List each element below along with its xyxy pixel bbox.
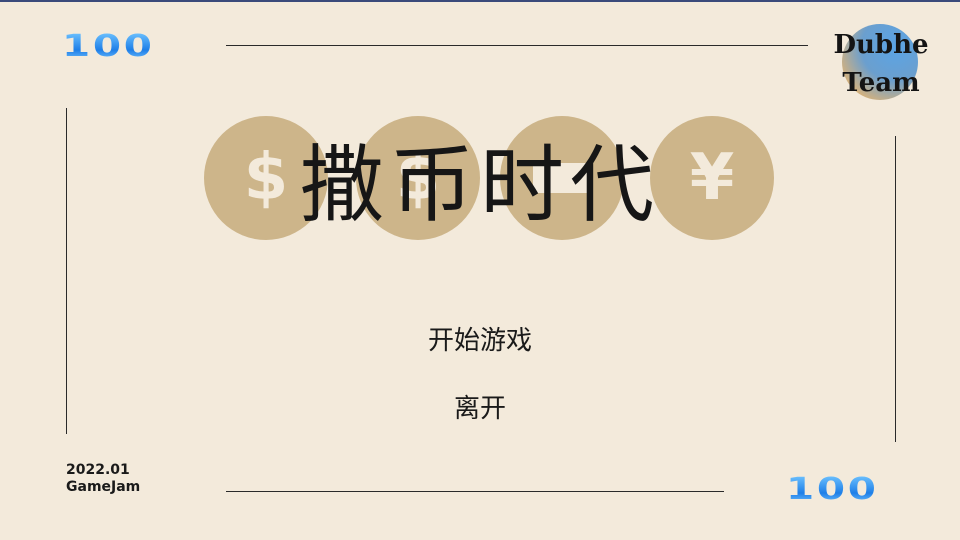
top-border xyxy=(0,0,960,2)
right-divider xyxy=(895,136,896,442)
left-divider xyxy=(66,108,67,434)
bottom-divider xyxy=(226,491,724,492)
credit-event: GameJam xyxy=(66,479,141,495)
quit-button[interactable]: 离开 xyxy=(380,388,580,425)
credit-date: 2022.01 xyxy=(66,462,130,478)
team-name-line1: Dubhe xyxy=(833,30,929,60)
team-name-line2: Team xyxy=(842,68,920,98)
start-game-button[interactable]: 开始游戏 xyxy=(380,320,580,357)
top-divider xyxy=(226,45,808,46)
team-logo: Dubhe Team xyxy=(826,26,936,102)
decor-number-top: 100 xyxy=(62,29,155,64)
decor-number-bottom: 100 xyxy=(786,472,879,507)
game-title: 撒币时代 xyxy=(299,136,660,234)
